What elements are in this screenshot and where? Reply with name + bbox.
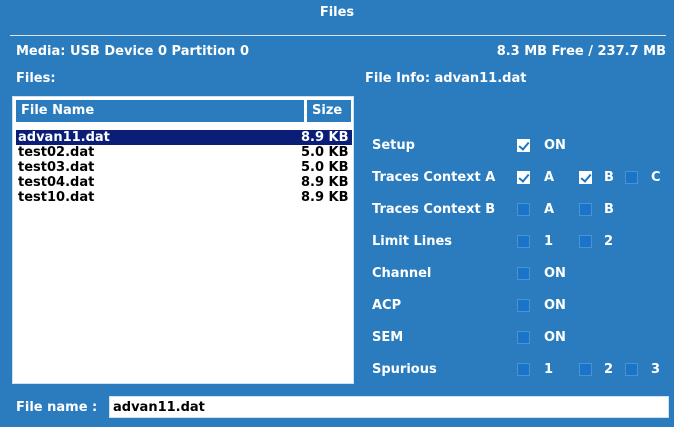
checkbox-label: A — [544, 170, 555, 185]
checkbox-label: B — [604, 170, 614, 185]
file-info-label: File Info: advan11.dat — [365, 71, 527, 86]
file-row[interactable]: test04.dat 8.9 KB — [16, 175, 352, 190]
media-label: Media: USB Device 0 Partition 0 — [16, 44, 249, 59]
file-name-label: File name : — [16, 400, 98, 415]
file-name: advan11.dat — [18, 130, 110, 145]
files-dialog: Files Media: USB Device 0 Partition 0 8.… — [0, 0, 674, 427]
dialog-title: Files — [319, 5, 355, 20]
file-size: 5.0 KB — [301, 160, 349, 175]
option-label-spurious: Spurious — [372, 362, 437, 377]
channel-on-checkbox[interactable] — [517, 267, 530, 280]
option-label-traces-context-b: Traces Context B — [372, 202, 496, 217]
file-row[interactable]: test10.dat 8.9 KB — [16, 190, 352, 205]
title-divider — [10, 35, 666, 36]
checkbox-label: 2 — [604, 362, 614, 377]
traces-context-b-a-checkbox[interactable] — [517, 203, 530, 216]
file-name: test03.dat — [18, 160, 95, 175]
checkbox-label: 1 — [544, 234, 554, 249]
spurious-1-checkbox[interactable] — [517, 363, 530, 376]
setup-on-checkbox[interactable] — [517, 139, 530, 152]
file-size: 8.9 KB — [301, 190, 349, 205]
option-label-acp: ACP — [372, 298, 402, 313]
checkbox-label: 3 — [651, 362, 661, 377]
file-row[interactable]: test03.dat 5.0 KB — [16, 160, 352, 175]
option-label-channel: Channel — [372, 266, 432, 281]
checkbox-label: ON — [544, 138, 566, 153]
option-label-limit-lines: Limit Lines — [372, 234, 453, 249]
file-name: test10.dat — [18, 190, 95, 205]
checkbox-label: ON — [544, 266, 566, 281]
spurious-2-checkbox[interactable] — [579, 363, 592, 376]
free-space-label: 8.3 MB Free / 237.7 MB — [496, 44, 666, 59]
file-size: 8.9 KB — [301, 130, 349, 145]
limit-lines-2-checkbox[interactable] — [579, 235, 592, 248]
file-row[interactable]: test02.dat 5.0 KB — [16, 145, 352, 160]
limit-lines-1-checkbox[interactable] — [517, 235, 530, 248]
column-header-file-name[interactable]: File Name — [16, 100, 304, 122]
sem-on-checkbox[interactable] — [517, 331, 530, 344]
checkbox-label: ON — [544, 298, 566, 313]
checkbox-label: A — [544, 202, 555, 217]
traces-context-b-b-checkbox[interactable] — [579, 203, 592, 216]
spurious-3-checkbox[interactable] — [625, 363, 638, 376]
checkbox-label: B — [604, 202, 614, 217]
checkbox-label: 1 — [544, 362, 554, 377]
checkbox-label: C — [651, 170, 661, 185]
option-label-traces-context-a: Traces Context A — [372, 170, 496, 185]
file-name: test02.dat — [18, 145, 95, 160]
file-size: 8.9 KB — [301, 175, 349, 190]
traces-context-a-c-checkbox[interactable] — [625, 171, 638, 184]
file-row[interactable]: advan11.dat 8.9 KB — [16, 130, 352, 145]
traces-context-a-a-checkbox[interactable] — [517, 171, 530, 184]
files-label: Files: — [16, 71, 56, 86]
option-label-setup: Setup — [372, 138, 415, 153]
acp-on-checkbox[interactable] — [517, 299, 530, 312]
file-name: test04.dat — [18, 175, 95, 190]
file-list[interactable]: File Name Size advan11.dat 8.9 KB test02… — [12, 96, 354, 384]
traces-context-a-b-checkbox[interactable] — [579, 171, 592, 184]
checkbox-label: ON — [544, 330, 566, 345]
checkbox-label: 2 — [604, 234, 614, 249]
file-name-input[interactable] — [109, 396, 669, 418]
file-size: 5.0 KB — [301, 145, 349, 160]
column-header-size[interactable]: Size — [307, 100, 351, 122]
option-label-sem: SEM — [372, 330, 404, 345]
